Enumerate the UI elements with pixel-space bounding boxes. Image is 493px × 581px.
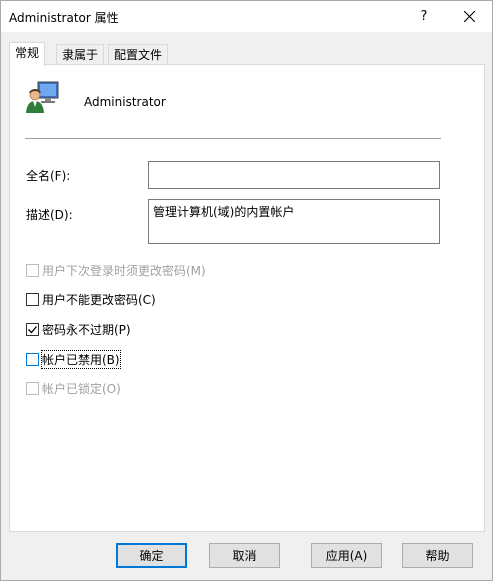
checkmark-icon	[28, 325, 37, 333]
checkbox-label: 帐户已禁用(B)	[41, 349, 121, 369]
checkbox-label: 用户下次登录时须更改密码(M)	[42, 263, 206, 278]
general-panel: Administrator 全名(F): 描述(D): 管理计算机(域)的内置帐…	[9, 64, 485, 532]
help-title-button[interactable]: ?	[401, 1, 447, 32]
window-title: Administrator 属性	[9, 11, 119, 25]
fullname-field[interactable]	[148, 161, 440, 189]
checkbox-cannot-change-password[interactable]: 用户不能更改密码(C)	[26, 291, 156, 307]
checkbox-password-never-expires[interactable]: 密码永不过期(P)	[26, 321, 131, 337]
close-icon	[463, 11, 475, 22]
checkbox-account-disabled[interactable]: 帐户已禁用(B)	[26, 349, 121, 369]
close-button[interactable]	[446, 1, 492, 32]
checkbox-box[interactable]	[26, 292, 39, 306]
help-button[interactable]: 帮助	[402, 543, 473, 568]
checkbox-box[interactable]	[26, 352, 39, 366]
checkbox-label: 密码永不过期(P)	[42, 322, 131, 337]
checkbox-box[interactable]	[26, 263, 39, 277]
properties-dialog: Administrator 属性 ? 常规 隶属于 配置文件 Administr…	[0, 0, 493, 581]
checkbox-must-change-password[interactable]: 用户下次登录时须更改密码(M)	[26, 262, 206, 278]
ok-button[interactable]: 确定	[116, 543, 187, 568]
fullname-label: 全名(F):	[26, 169, 71, 183]
checkbox-label: 用户不能更改密码(C)	[42, 292, 156, 307]
description-label: 描述(D):	[26, 208, 73, 222]
title-bar: Administrator 属性 ?	[1, 1, 492, 32]
tab-member-of[interactable]: 隶属于	[56, 44, 105, 65]
checkbox-box[interactable]	[26, 381, 39, 395]
tab-profile[interactable]: 配置文件	[108, 44, 169, 65]
tab-general[interactable]: 常规	[9, 42, 46, 66]
cancel-button[interactable]: 取消	[209, 543, 280, 568]
description-field[interactable]: 管理计算机(域)的内置帐户	[148, 199, 440, 244]
checkbox-box[interactable]	[26, 322, 39, 336]
apply-button[interactable]: 应用(A)	[311, 543, 382, 568]
user-monitor-icon	[26, 81, 59, 113]
checkbox-account-locked[interactable]: 帐户已锁定(O)	[26, 380, 121, 396]
user-name: Administrator	[84, 95, 166, 109]
checkbox-label: 帐户已锁定(O)	[42, 381, 121, 396]
divider	[25, 138, 441, 139]
